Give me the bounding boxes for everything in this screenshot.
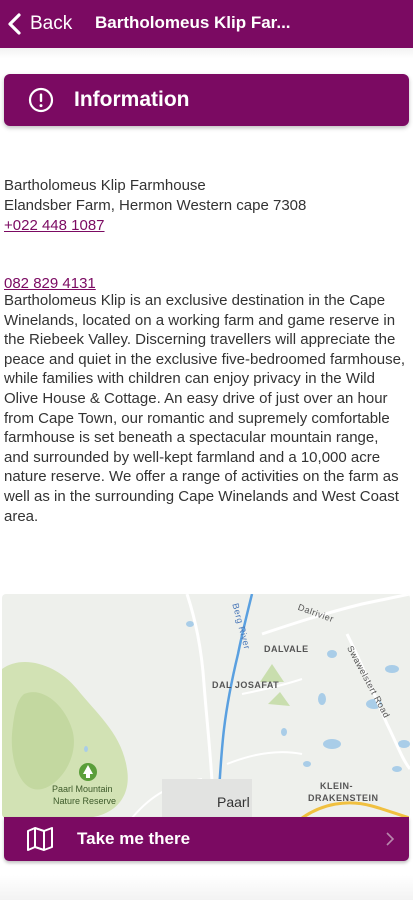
contact-details: Bartholomeus Klip Farmhouse Elandsber Fa… (4, 176, 404, 294)
map-label-paarl: Paarl (217, 794, 250, 810)
map-label-dalvale: DALVALE (264, 644, 309, 654)
info-icon (28, 87, 54, 113)
back-label: Back (30, 13, 73, 34)
back-button[interactable]: Back (0, 0, 90, 48)
take-me-there-button[interactable]: Take me there (4, 817, 409, 861)
venue-description: Bartholomeus Klip is an exclusive destin… (4, 292, 406, 525)
map-label-klein: KLEIN- (320, 781, 353, 791)
map-label-reserve-line2: Nature Reserve (53, 796, 117, 806)
chevron-right-icon (386, 832, 395, 846)
location-map[interactable]: DALVALE DAL JOSAFAT KLEIN- DRAKENSTEIN P… (2, 594, 410, 818)
map-label-drakenstein: DRAKENSTEIN (308, 793, 379, 803)
map-label-reserve-line1: Paarl Mountain (52, 784, 113, 794)
venue-name: Bartholomeus Klip Farmhouse (4, 177, 206, 194)
header-shadow (0, 48, 413, 58)
bottom-shade (0, 875, 413, 900)
phone-link-1[interactable]: +022 448 1087 (4, 216, 404, 236)
information-section-header: Information (4, 74, 409, 126)
section-title: Information (74, 88, 190, 111)
venue-address: Elandsber Farm, Hermon Western cape 7308 (4, 197, 307, 214)
app-header: Back Bartholomeus Klip Far... (0, 0, 413, 48)
page-title: Bartholomeus Klip Far... (95, 13, 291, 32)
map-icon (27, 827, 53, 851)
take-me-there-label: Take me there (77, 829, 191, 848)
map-label-dal-josafat: DAL JOSAFAT (212, 680, 280, 690)
chevron-left-icon (8, 13, 21, 35)
